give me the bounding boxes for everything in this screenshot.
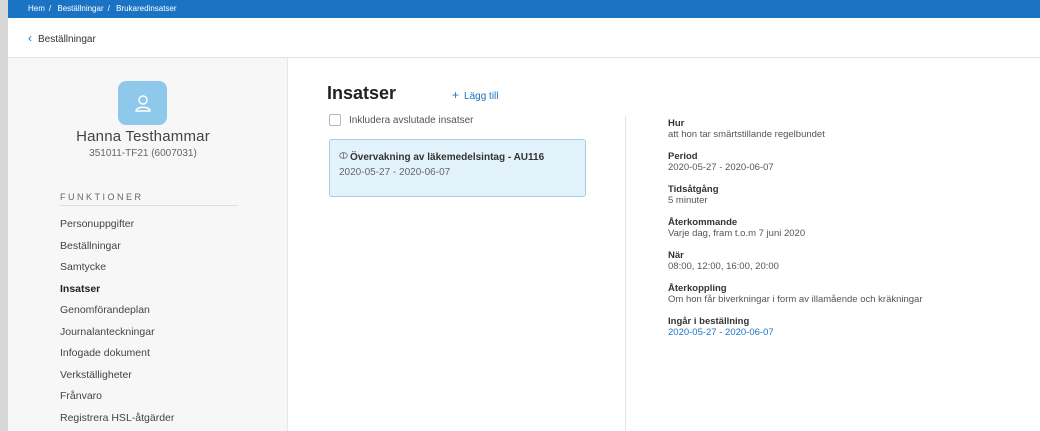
add-button[interactable]: + Lägg till: [452, 88, 498, 102]
detail-aterkoppling: Återkoppling Om hon får biverkningar i f…: [668, 283, 923, 306]
include-finished-checkbox[interactable]: [329, 114, 341, 126]
detail-label: Ingår i beställning: [668, 316, 750, 327]
sidebar-item-franvaro[interactable]: Frånvaro: [60, 388, 174, 410]
functions-heading: FUNKTIONER: [60, 192, 144, 202]
page-title: Insatser: [327, 83, 397, 103]
sidebar-nav: Personuppgifter Beställningar Samtycke I…: [60, 216, 174, 431]
detail-label: Tidsåtgång: [668, 184, 719, 195]
detail-value: 2020-05-27 - 2020-06-07: [668, 162, 774, 173]
insats-card-title: Övervakning av läkemedelsintag - AU116: [339, 151, 585, 164]
sidebar-item-bestallningar[interactable]: Beställningar: [60, 238, 174, 260]
insats-card-dates: 2020-05-27 - 2020-06-07: [339, 167, 451, 178]
detail-aterkommande: Återkommande Varje dag, fram t.o.m 7 jun…: [668, 217, 923, 240]
pill-icon: [339, 151, 348, 164]
insats-card-title-text: Övervakning av läkemedelsintag - AU116: [350, 152, 545, 163]
sidebar-item-samtycke[interactable]: Samtycke: [60, 259, 174, 281]
include-finished-toggle[interactable]: Inkludera avslutade insatser: [329, 114, 474, 126]
order-link[interactable]: 2020-05-27 - 2020-06-07: [668, 327, 923, 339]
back-link-label: Beställningar: [38, 34, 96, 45]
detail-label: När: [668, 250, 684, 261]
insats-card[interactable]: Övervakning av läkemedelsintag - AU116 2…: [329, 139, 586, 197]
subheader: ‹ Beställningar: [8, 18, 1040, 58]
sidebar-item-journalanteckningar[interactable]: Journalanteckningar: [60, 324, 174, 346]
sidebar-item-registrera-hsl[interactable]: Registrera HSL-åtgärder: [60, 410, 174, 431]
insats-details: Hur att hon tar smärtstillande regelbund…: [668, 118, 923, 349]
main-content: Insatser + Lägg till Inkludera avslutade …: [289, 58, 1040, 431]
left-window-edge: [0, 0, 8, 431]
detail-value: Varje dag, fram t.o.m 7 juni 2020: [668, 228, 806, 239]
plus-icon: +: [452, 88, 460, 102]
user-id: 351011-TF21 (6007031): [89, 148, 197, 159]
sidebar: Hanna Testhammar 351011-TF21 (6007031) F…: [8, 58, 288, 431]
sidebar-item-infogade-dokument[interactable]: Infogade dokument: [60, 345, 174, 367]
user-name: Hanna Testhammar: [76, 128, 210, 145]
detail-label: Period: [668, 151, 698, 162]
column-divider: [625, 116, 626, 431]
chevron-left-icon: ‹: [28, 31, 32, 45]
breadcrumb-current: Brukaredinsatser: [116, 4, 177, 13]
add-button-label: Lägg till: [464, 91, 499, 102]
detail-ingar-i-bestallning: Ingår i beställning 2020-05-27 - 2020-06…: [668, 316, 923, 339]
functions-divider: [60, 205, 238, 206]
sidebar-item-verkstalligheter[interactable]: Verkställigheter: [60, 367, 174, 389]
detail-hur: Hur att hon tar smärtstillande regelbund…: [668, 118, 923, 141]
avatar: [118, 81, 167, 125]
breadcrumb: Hem / Beställningar / Brukaredinsatser: [8, 0, 1040, 18]
detail-nar: När 08:00, 12:00, 16:00, 20:00: [668, 250, 923, 273]
detail-label: Återkommande: [668, 217, 738, 228]
sidebar-item-genomforandeplan[interactable]: Genomförandeplan: [60, 302, 174, 324]
sidebar-item-personuppgifter[interactable]: Personuppgifter: [60, 216, 174, 238]
user-icon: [134, 95, 151, 112]
include-finished-label: Inkludera avslutade insatser: [349, 114, 474, 126]
back-link[interactable]: ‹ Beställningar: [28, 31, 96, 45]
detail-value: 5 minuter: [668, 195, 708, 206]
breadcrumb-orders[interactable]: Beställningar: [57, 4, 103, 13]
detail-label: Återkoppling: [668, 283, 727, 294]
sidebar-item-insatser[interactable]: Insatser: [60, 281, 174, 303]
breadcrumb-home[interactable]: Hem: [28, 4, 45, 13]
detail-value: Om hon får biverkningar i form av illamå…: [668, 294, 923, 305]
detail-period: Period 2020-05-27 - 2020-06-07: [668, 151, 923, 174]
detail-label: Hur: [668, 118, 685, 129]
detail-value: 08:00, 12:00, 16:00, 20:00: [668, 261, 779, 272]
detail-tidsatgang: Tidsåtgång 5 minuter: [668, 184, 923, 207]
detail-value: att hon tar smärtstillande regelbundet: [668, 129, 825, 140]
